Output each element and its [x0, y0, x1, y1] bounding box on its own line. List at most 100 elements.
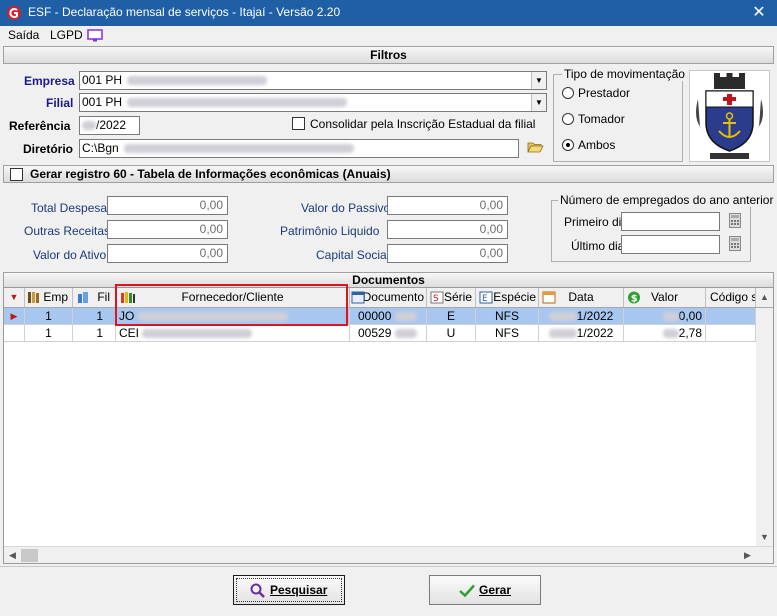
horizontal-scrollbar[interactable]: ◀ ▶ [4, 546, 773, 563]
menu-bar: Saída LGPD [0, 26, 777, 45]
col-valor[interactable]: $ Valor [624, 288, 706, 307]
svg-text:$: $ [631, 294, 638, 305]
coat-of-arms-logo [689, 70, 770, 162]
diretorio-redacted [124, 144, 355, 154]
cell-emp: 1 [25, 325, 73, 342]
chevron-down-icon[interactable]: ▼ [531, 72, 546, 89]
search-icon [250, 583, 265, 598]
consolidar-label: Consolidar pela Inscrição Estadual da fi… [310, 117, 536, 131]
primeiro-dia-label: Primeiro dia [564, 215, 629, 229]
cell-codigo [706, 325, 756, 342]
menu-item-lgpd[interactable]: LGPD [50, 28, 83, 42]
diretorio-field[interactable]: C:\Bgn [79, 139, 519, 158]
col-fil[interactable]: Fil [73, 288, 116, 307]
scroll-up-icon[interactable]: ▲ [756, 289, 773, 306]
filial-combo[interactable]: 001 PH ▼ [79, 93, 547, 112]
fornecedor-value: CEI [119, 326, 140, 340]
primeiro-dia-field[interactable] [621, 212, 720, 231]
col-valor-label: Valor [650, 290, 679, 304]
app-logo-icon [7, 6, 21, 20]
vertical-scrollbar[interactable]: ▼ [756, 308, 773, 546]
referencia-field[interactable]: /2022 [79, 116, 140, 135]
registro60-bar: Gerar registro 60 - Tabela de Informaçõe… [3, 165, 774, 183]
empresa-combo[interactable]: 001 PH ▼ [79, 71, 547, 90]
cell-documento: 00000 [350, 308, 427, 325]
col-especie-label: Espécie [493, 290, 536, 304]
valor-value: 2,78 [678, 326, 702, 340]
cell-codigo [706, 308, 756, 325]
cell-serie: E [427, 308, 476, 325]
registro60-checkbox[interactable] [10, 168, 23, 181]
col-codigo[interactable]: Código sit [706, 288, 756, 307]
valor-ativo-field[interactable]: 0,00 [107, 244, 228, 263]
type-icon: E [479, 291, 493, 304]
cell-especie: NFS [476, 308, 539, 325]
bottom-separator [0, 566, 777, 567]
diretorio-label: Diretório [23, 142, 74, 156]
total-despesa-field[interactable]: 0,00 [107, 196, 228, 215]
valor-redacted [662, 312, 679, 322]
sort-down-icon[interactable]: ▼ [4, 288, 25, 307]
prestador-label: Prestador [578, 86, 631, 100]
calculator-icon[interactable] [729, 213, 741, 228]
documento-redacted [394, 329, 417, 339]
radio-prestador[interactable] [562, 87, 574, 99]
cell-data: 1/2022 [539, 325, 624, 342]
ultimo-dia-field[interactable] [621, 235, 720, 254]
folder-open-icon[interactable] [527, 140, 544, 154]
row-indicator [4, 325, 25, 342]
title-bar: ESF - Declaração mensal de serviços - It… [0, 0, 777, 26]
cell-valor: 2,78 [624, 325, 706, 342]
radio-ambos[interactable] [562, 139, 574, 151]
window-title: ESF - Declaração mensal de serviços - It… [28, 5, 341, 19]
scroll-right-icon[interactable]: ▶ [739, 547, 756, 564]
calculator-icon[interactable] [729, 236, 741, 251]
data-redacted [548, 329, 577, 339]
consolidar-checkbox[interactable] [292, 117, 305, 130]
col-emp[interactable]: Emp [25, 288, 73, 307]
valor-passivo-field[interactable]: 0,00 [387, 196, 508, 215]
col-documento[interactable]: Documento [350, 288, 427, 307]
close-icon[interactable]: ✕ [748, 3, 770, 23]
tipo-movimentacao-title: Tipo de movimentação [562, 67, 687, 81]
cell-fornecedor: CEI [116, 325, 350, 342]
col-data[interactable]: Data [539, 288, 624, 307]
menu-item-saida[interactable]: Saída [8, 28, 39, 42]
cell-fil: 1 [73, 325, 116, 342]
fornecedor-highlight-box [115, 284, 348, 326]
outras-receitas-field[interactable]: 0,00 [107, 220, 228, 239]
patrimonio-field[interactable]: 0,00 [387, 220, 508, 239]
cell-documento: 00529 [350, 325, 427, 342]
documento-value: 00529 [358, 326, 392, 340]
col-especie[interactable]: E Espécie [476, 288, 539, 307]
capital-social-field[interactable]: 0,00 [387, 244, 508, 263]
radio-tomador[interactable] [562, 113, 574, 125]
col-serie[interactable]: S Série [427, 288, 476, 307]
document-icon [351, 291, 365, 304]
gerar-button[interactable]: Gerar [429, 575, 541, 605]
documentos-grid[interactable]: ▼ Emp Fil Fornecedor/Cliente Documento S… [3, 287, 774, 564]
filial-label: Filial [46, 96, 74, 110]
books-icon [28, 292, 39, 303]
filial-redacted [127, 98, 348, 108]
cell-especie: NFS [476, 325, 539, 342]
empresa-value: 001 PH [82, 73, 123, 87]
scroll-down-icon[interactable]: ▼ [756, 529, 773, 546]
chevron-down-icon[interactable]: ▼ [531, 94, 546, 111]
buildings-icon [78, 292, 88, 303]
dollar-icon: $ [628, 291, 640, 305]
referencia-value: /2022 [96, 118, 127, 132]
referencia-label: Referência [9, 119, 71, 133]
patrimonio-label: Patrimônio Liquido [280, 224, 380, 238]
pesquisar-button[interactable]: Pesquisar [233, 575, 345, 605]
valor-redacted [662, 329, 679, 339]
col-fil-label: Fil [97, 290, 110, 304]
monitor-icon[interactable] [87, 29, 103, 42]
scroll-thumb[interactable] [21, 549, 38, 562]
col-serie-label: Série [443, 290, 472, 304]
table-row[interactable]: 1 1 CEI 00529 U NFS 1/2022 2,78 [4, 325, 773, 342]
scroll-left-icon[interactable]: ◀ [4, 547, 21, 564]
valor-passivo-label: Valor do Passivo [301, 201, 391, 215]
series-icon: S [430, 291, 444, 304]
data-value: 1/2022 [576, 326, 614, 340]
